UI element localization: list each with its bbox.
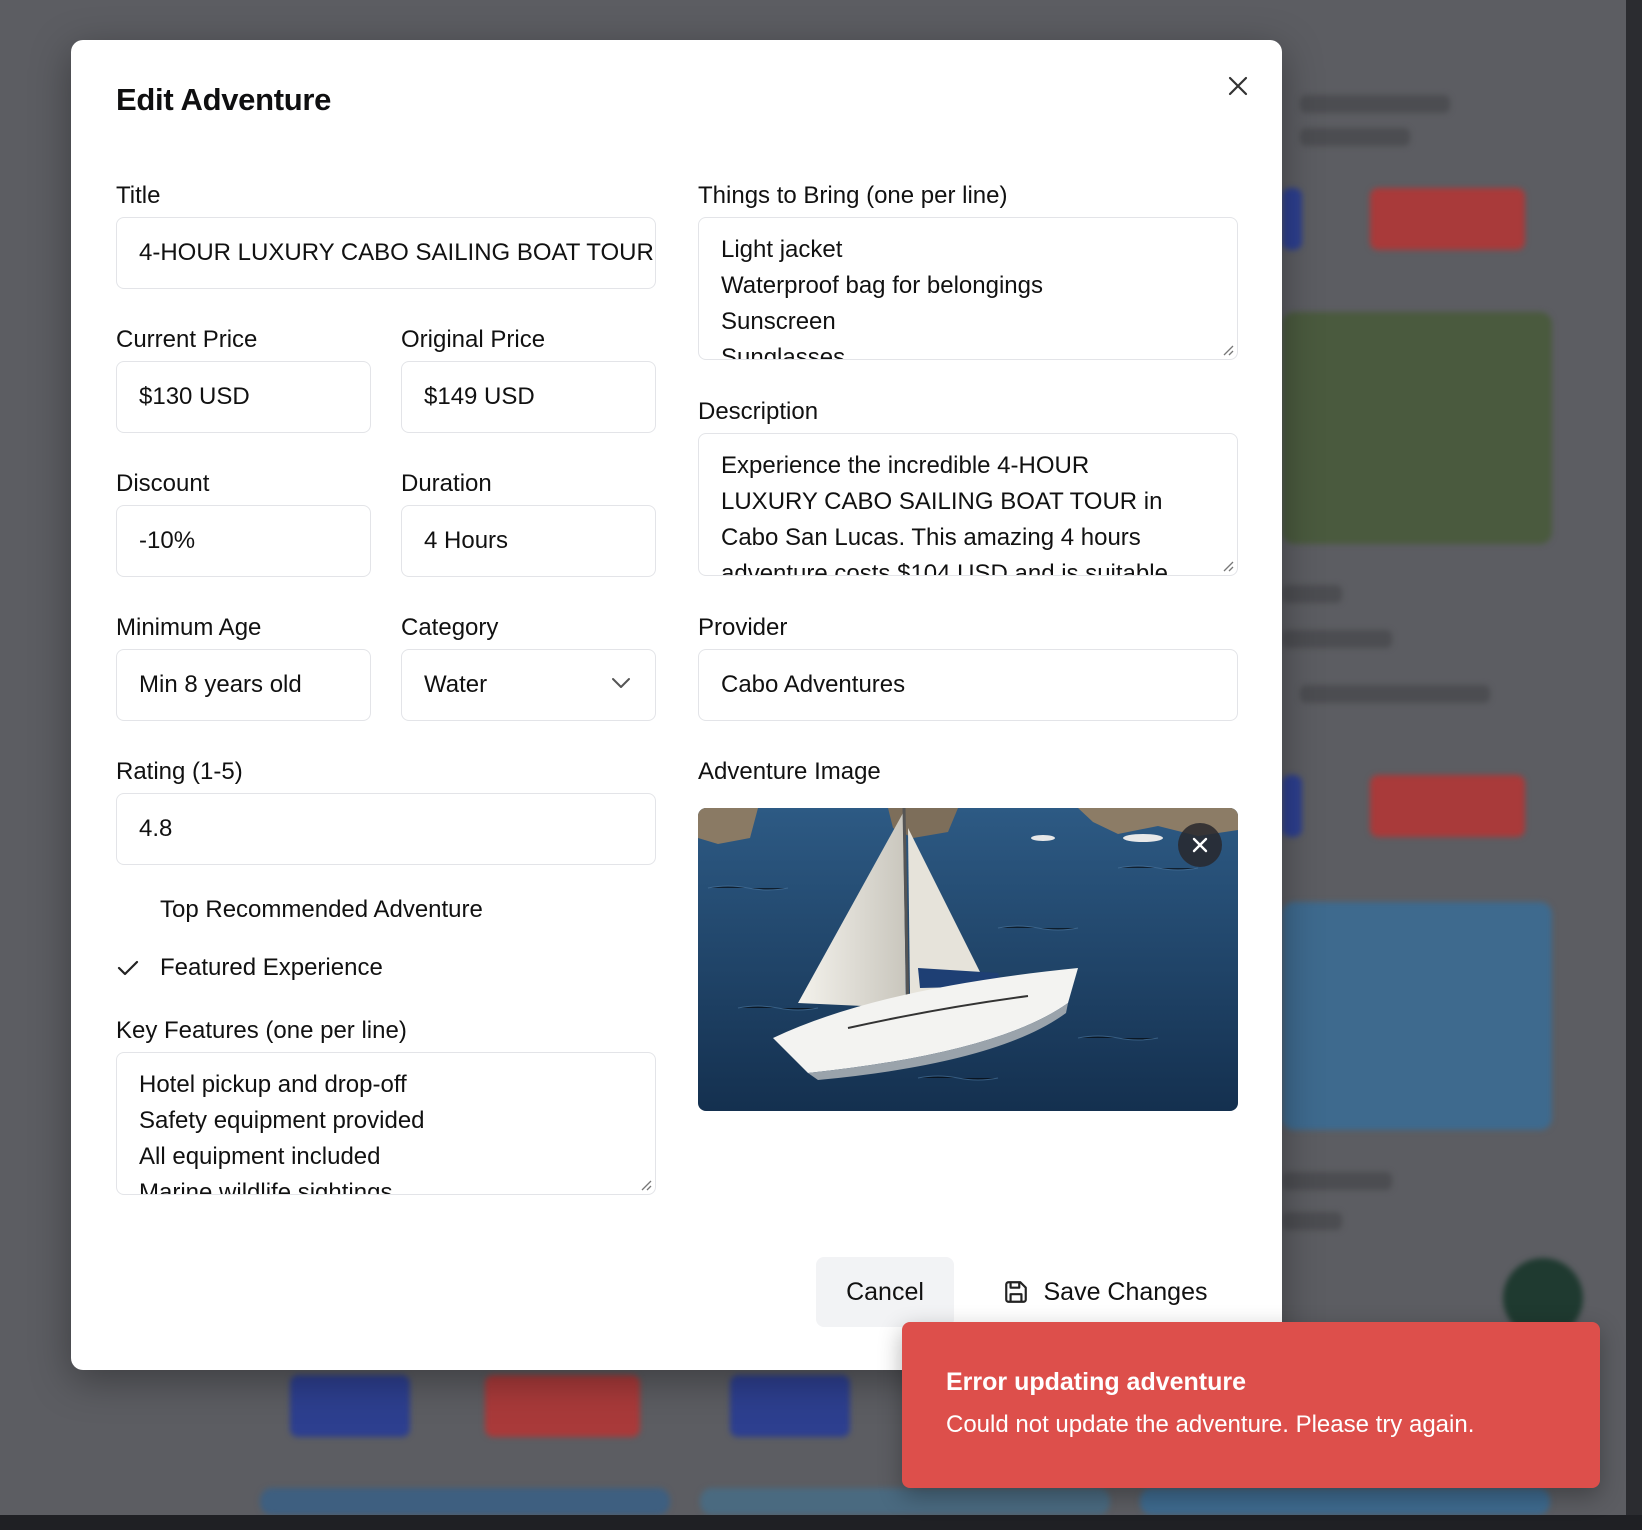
adventure-image [698, 808, 1238, 1111]
modal-title: Edit Adventure [116, 82, 332, 117]
bg-delete-button [485, 1375, 640, 1437]
discount-input[interactable]: -10% [116, 505, 371, 577]
description-label: Description [698, 398, 819, 425]
top-recommended-label: Top Recommended Adventure [160, 896, 483, 923]
things-to-bring-label: Things to Bring (one per line) [698, 182, 1008, 209]
key-feature-line: Hotel pickup and drop-off [139, 1071, 407, 1098]
bg-card-image [1140, 1488, 1550, 1515]
bg-edit-button [1282, 775, 1302, 837]
error-toast: Error updating adventure Could not updat… [902, 1322, 1600, 1488]
bg-delete-button [1370, 775, 1525, 837]
minimum-age-input[interactable]: Min 8 years old [116, 649, 371, 721]
key-feature-line: Safety equipment provided [139, 1107, 425, 1134]
things-to-bring-line: Waterproof bag for belongings [721, 272, 1043, 299]
description-line: Cabo San Lucas. This amazing 4 hours [721, 524, 1141, 551]
bg-edit-button [730, 1375, 850, 1437]
minimum-age-label: Minimum Age [116, 614, 262, 641]
rating-label: Rating (1-5) [116, 758, 243, 785]
featured-label: Featured Experience [160, 954, 383, 981]
duration-input[interactable]: 4 Hours [401, 505, 656, 577]
category-label: Category [401, 614, 499, 641]
key-features-textarea[interactable]: Hotel pickup and drop-off Safety equipme… [116, 1052, 656, 1195]
category-select[interactable]: Water [401, 649, 656, 721]
bg-card-image [260, 1488, 670, 1515]
close-icon [1192, 837, 1208, 853]
featured-checkbox[interactable] [116, 954, 160, 982]
current-price-label: Current Price [116, 326, 258, 353]
top-recommended-checkbox-row[interactable]: Top Recommended Adventure [116, 896, 483, 924]
window-bottom-bar [0, 1515, 1642, 1530]
bg-text [1300, 95, 1450, 113]
resize-handle-icon[interactable] [1220, 342, 1234, 356]
bg-text [1282, 1212, 1342, 1230]
sailboat-image [698, 808, 1238, 1111]
edit-adventure-modal: Edit Adventure Title 4-HOUR LUXURY CABO … [71, 40, 1282, 1370]
toast-title: Error updating adventure [946, 1368, 1247, 1396]
floppy-disk-icon [1005, 1281, 1028, 1303]
resize-handle-icon[interactable] [638, 1177, 652, 1191]
bg-card-image [700, 1488, 1110, 1515]
bg-edit-button [1282, 188, 1302, 250]
title-label: Title [116, 182, 161, 209]
featured-checkbox-row[interactable]: Featured Experience [116, 954, 383, 982]
toast-message: Could not update the adventure. Please t… [946, 1411, 1475, 1438]
current-price-input[interactable]: $130 USD [116, 361, 371, 433]
provider-label: Provider [698, 614, 788, 641]
close-button[interactable] [1222, 70, 1254, 102]
cancel-button[interactable]: Cancel [816, 1257, 954, 1327]
description-line: adventure costs $104 USD and is suitable [721, 560, 1168, 576]
chevron-down-icon [612, 678, 630, 688]
save-changes-label: Save Changes [1043, 1277, 1208, 1306]
bg-text [1282, 630, 1392, 648]
description-line: LUXURY CABO SAILING BOAT TOUR in [721, 488, 1163, 515]
category-selected-value: Water [424, 671, 488, 698]
adventure-image-label: Adventure Image [698, 758, 881, 785]
bg-text [1300, 128, 1410, 146]
bg-delete-button [1370, 188, 1525, 250]
remove-image-button[interactable] [1178, 823, 1222, 867]
checkmark-icon [117, 960, 139, 976]
close-icon [1228, 76, 1248, 96]
rating-input[interactable]: 4.8 [116, 793, 656, 865]
things-to-bring-line: Sunscreen [721, 308, 836, 335]
resize-handle-icon[interactable] [1220, 558, 1234, 572]
bg-text [1282, 1172, 1392, 1190]
key-features-label: Key Features (one per line) [116, 1017, 407, 1044]
provider-input[interactable]: Cabo Adventures [698, 649, 1238, 721]
save-changes-button[interactable]: Save Changes [973, 1257, 1238, 1327]
description-line: Experience the incredible 4-HOUR [721, 452, 1090, 479]
discount-label: Discount [116, 470, 210, 497]
bg-edit-button [290, 1375, 410, 1437]
things-to-bring-line: Sunglasses [721, 344, 846, 360]
original-price-input[interactable]: $149 USD [401, 361, 656, 433]
bg-card-image [1282, 312, 1552, 544]
things-to-bring-textarea[interactable]: Light jacket Waterproof bag for belongin… [698, 217, 1238, 360]
top-recommended-checkbox[interactable] [116, 896, 160, 924]
bg-text [1300, 685, 1490, 703]
things-to-bring-line: Light jacket [721, 236, 843, 263]
key-feature-line: All equipment included [139, 1143, 381, 1170]
key-feature-line: Marine wildlife sightings [139, 1179, 393, 1195]
duration-label: Duration [401, 470, 492, 497]
original-price-label: Original Price [401, 326, 546, 353]
bg-card-image [1282, 902, 1552, 1130]
page-scrollbar[interactable] [1626, 0, 1642, 1530]
bg-text [1282, 585, 1342, 603]
description-textarea[interactable]: Experience the incredible 4-HOUR LUXURY … [698, 433, 1238, 576]
title-input[interactable]: 4-HOUR LUXURY CABO SAILING BOAT TOUR [116, 217, 656, 289]
